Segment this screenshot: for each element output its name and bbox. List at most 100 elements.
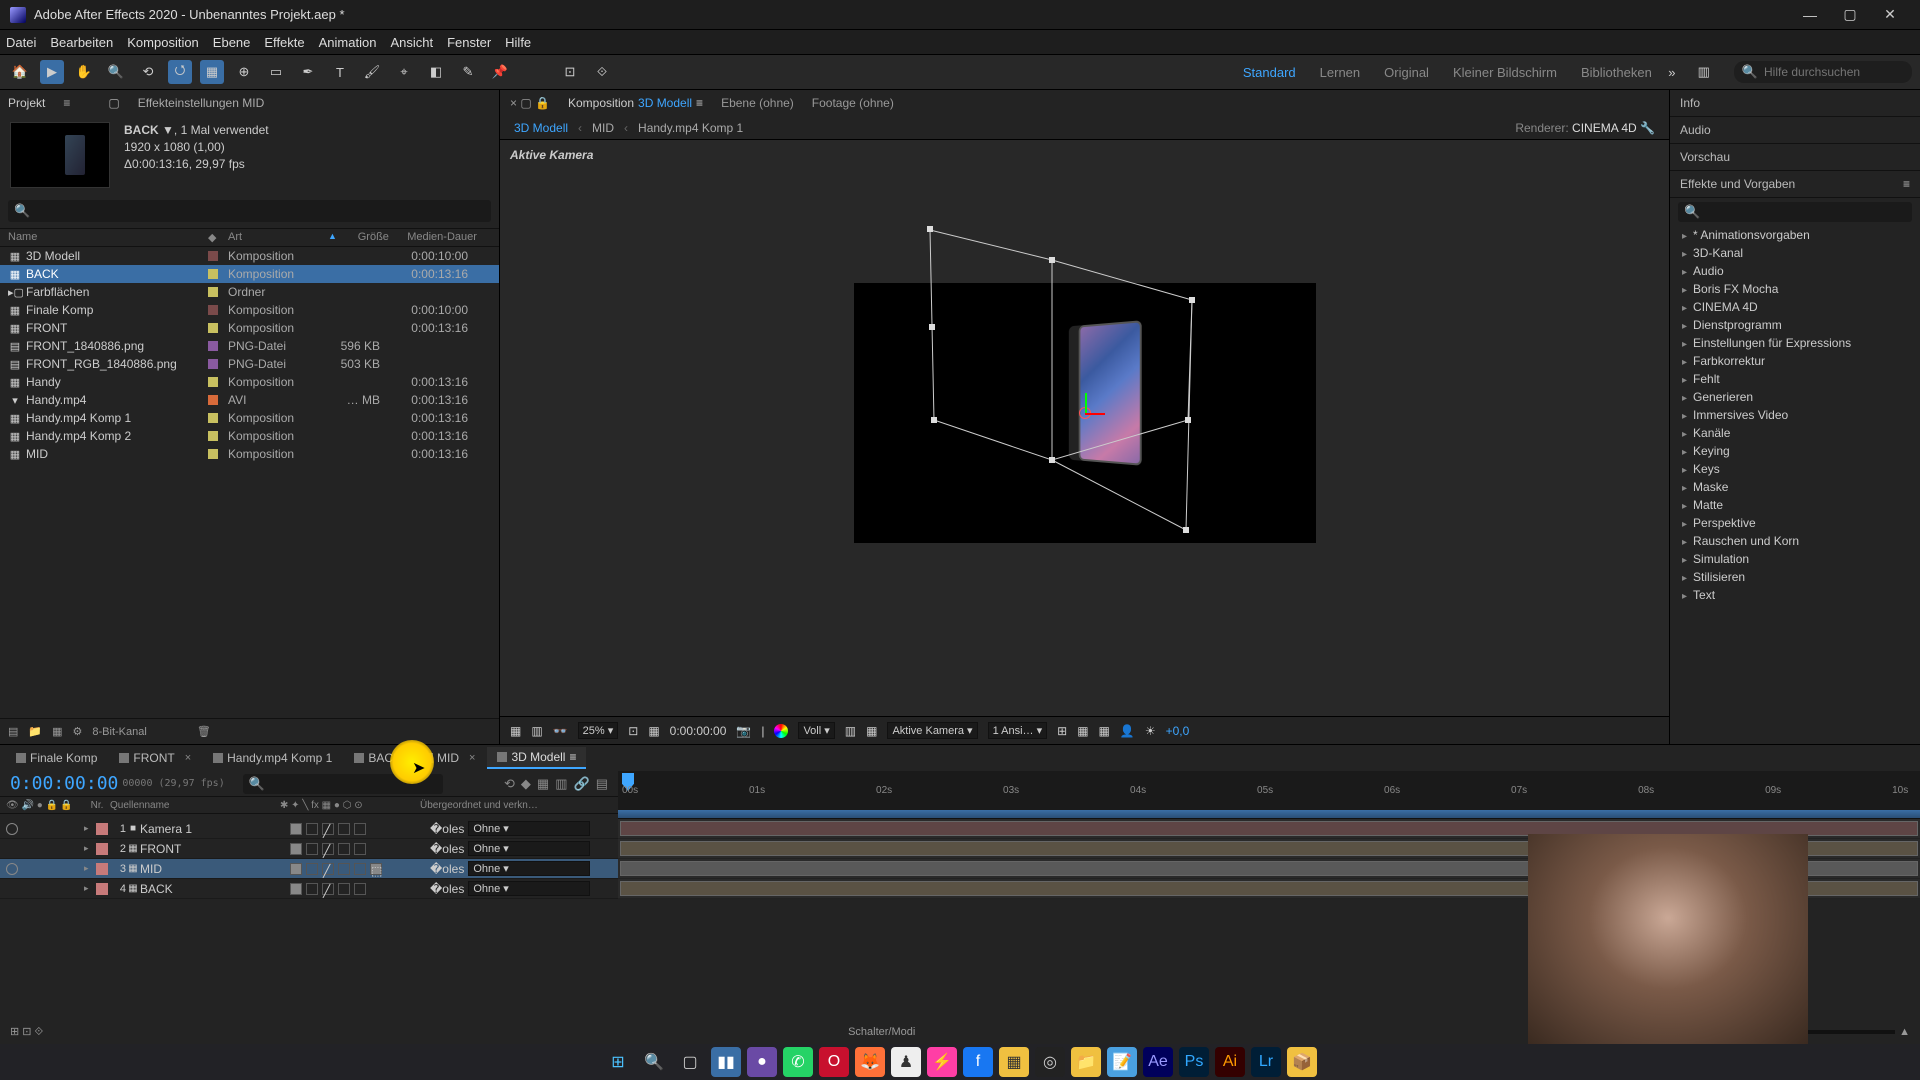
selection-handle[interactable]: [929, 324, 935, 330]
zoom-tool[interactable]: 🔍: [104, 60, 128, 84]
grid-icon[interactable]: ▦: [510, 724, 521, 738]
work-area-bar[interactable]: [618, 810, 1920, 818]
effects-search[interactable]: 🔍: [1678, 202, 1912, 222]
preview-panel-tab[interactable]: Vorschau: [1670, 144, 1920, 171]
effect-category[interactable]: CINEMA 4D: [1670, 298, 1920, 316]
taskbar-app-icon[interactable]: 📦: [1287, 1047, 1317, 1077]
taskbar-app-icon[interactable]: 📝: [1107, 1047, 1137, 1077]
taskbar-app-icon[interactable]: ⊞: [603, 1047, 633, 1077]
effect-category[interactable]: Keying: [1670, 442, 1920, 460]
zoom-dropdown[interactable]: 25% ▾: [578, 722, 619, 739]
workspace-kleiner bildschirm[interactable]: Kleiner Bildschirm: [1453, 65, 1557, 80]
workspace-standard[interactable]: Standard: [1243, 65, 1296, 80]
project-item[interactable]: ▤FRONT_RGB_1840886.pngPNG-Datei503 KB: [0, 355, 499, 373]
exposure-icon[interactable]: ☀: [1145, 724, 1156, 738]
workspace-original[interactable]: Original: [1384, 65, 1429, 80]
taskbar-app-icon[interactable]: ✆: [783, 1047, 813, 1077]
transparency-icon[interactable]: ▥: [531, 724, 542, 738]
workspace-bibliotheken[interactable]: Bibliotheken: [1581, 65, 1652, 80]
maximize-button[interactable]: ▢: [1830, 6, 1870, 23]
clone-tool[interactable]: ⌖: [392, 60, 416, 84]
layer-tab[interactable]: Ebene (ohne): [721, 96, 794, 110]
selection-handle[interactable]: [927, 226, 933, 232]
effect-category[interactable]: Keys: [1670, 460, 1920, 478]
new-comp-icon[interactable]: ▦: [52, 725, 62, 738]
fast-preview-icon[interactable]: ▥: [845, 724, 856, 738]
selection-handle[interactable]: [1049, 457, 1055, 463]
effect-category[interactable]: Text: [1670, 586, 1920, 604]
rotobrush-tool[interactable]: ✎: [456, 60, 480, 84]
project-item[interactable]: ▦Handy.mp4 Komp 1Komposition0:00:13:16: [0, 409, 499, 427]
selection-handle[interactable]: [931, 417, 937, 423]
toggle-alpha-icon[interactable]: ▦: [866, 724, 877, 738]
orbit-tool[interactable]: ⟲: [136, 60, 160, 84]
workspace-overflow-icon[interactable]: »: [1660, 60, 1684, 84]
timeline-tab[interactable]: FRONT×: [109, 748, 201, 768]
help-search[interactable]: 🔍: [1734, 61, 1912, 83]
project-search[interactable]: 🔍: [8, 200, 491, 222]
current-time[interactable]: 0:00:00:00: [10, 773, 118, 794]
effect-category[interactable]: Stilisieren: [1670, 568, 1920, 586]
view-icon[interactable]: ⊞: [1057, 724, 1067, 738]
toggle-switches-icon[interactable]: ⊞ ⊡ ⟐: [10, 1025, 43, 1039]
rect-tool[interactable]: ▭: [264, 60, 288, 84]
snap-toggle[interactable]: ⊡: [558, 60, 582, 84]
effect-category[interactable]: Rauschen und Korn: [1670, 532, 1920, 550]
project-list[interactable]: ▦3D ModellKomposition0:00:10:00▦BACKKomp…: [0, 247, 499, 718]
effect-category[interactable]: Boris FX Mocha: [1670, 280, 1920, 298]
minimize-button[interactable]: —: [1790, 7, 1830, 23]
effects-categories[interactable]: * Animationsvorgaben3D-KanalAudioBoris F…: [1670, 226, 1920, 744]
selection-tool[interactable]: ▶: [40, 60, 64, 84]
menu-effekte[interactable]: Effekte: [264, 35, 304, 50]
audio-panel-tab[interactable]: Audio: [1670, 117, 1920, 144]
rotation-tool[interactable]: ⭯: [168, 60, 192, 84]
project-item[interactable]: ▦BACKKomposition0:00:13:16: [0, 265, 499, 283]
menu-datei[interactable]: Datei: [6, 35, 36, 50]
taskbar-app-icon[interactable]: f: [963, 1047, 993, 1077]
snap-toggle-2[interactable]: ⟐: [590, 60, 614, 84]
exposure-value[interactable]: +0,0: [1166, 724, 1190, 738]
taskbar-app-icon[interactable]: Lr: [1251, 1047, 1281, 1077]
time-ruler[interactable]: 00s01s02s03s04s05s06s07s08s09s10s: [618, 771, 1920, 819]
taskbar-app-icon[interactable]: Ai: [1215, 1047, 1245, 1077]
project-item[interactable]: ▸▢FarbflächenOrdner: [0, 283, 499, 301]
info-panel-tab[interactable]: Info: [1670, 90, 1920, 117]
selection-handle[interactable]: [1049, 257, 1055, 263]
footage-tab[interactable]: Footage (ohne): [812, 96, 894, 110]
timeline-tab[interactable]: Handy.mp4 Komp 1: [203, 748, 342, 768]
menu-bearbeiten[interactable]: Bearbeiten: [50, 35, 113, 50]
guides-icon[interactable]: ▦: [648, 724, 659, 738]
pen-tool[interactable]: ✒: [296, 60, 320, 84]
effect-category[interactable]: Simulation: [1670, 550, 1920, 568]
mask-icon[interactable]: 👓: [553, 724, 568, 738]
phone-layer[interactable]: [1078, 320, 1141, 466]
workspace-panel-icon[interactable]: ▥: [1692, 60, 1716, 84]
channel-icon[interactable]: [774, 724, 788, 738]
menu-komposition[interactable]: Komposition: [127, 35, 199, 50]
taskbar-app-icon[interactable]: ♟: [891, 1047, 921, 1077]
taskbar-app-icon[interactable]: Ae: [1143, 1047, 1173, 1077]
hand-tool[interactable]: ✋: [72, 60, 96, 84]
project-item[interactable]: ▦Finale KompKomposition0:00:10:00: [0, 301, 499, 319]
effect-category[interactable]: Audio: [1670, 262, 1920, 280]
timeline-tab[interactable]: BACK: [344, 748, 411, 768]
bpc-label[interactable]: 8-Bit-Kanal: [92, 726, 146, 738]
taskbar-app-icon[interactable]: ▮▮: [711, 1047, 741, 1077]
comp-tab-active[interactable]: Komposition 3D Modell ≡: [568, 96, 703, 110]
layer-row[interactable]: ▸1■Kamera 1╱�olesOhne ▾: [0, 819, 618, 839]
selection-handle[interactable]: [1185, 417, 1191, 423]
selection-handle[interactable]: [1189, 297, 1195, 303]
taskbar-app-icon[interactable]: ◎: [1035, 1047, 1065, 1077]
project-panel-title[interactable]: Projekt: [8, 96, 45, 110]
timecode-display[interactable]: 0:00:00:00: [670, 724, 727, 738]
project-item[interactable]: ▦Handy.mp4 Komp 2Komposition0:00:13:16: [0, 427, 499, 445]
interpret-footage-icon[interactable]: ▤: [8, 725, 18, 738]
timeline-switch-buttons[interactable]: ⟲◆▦▥🔗▤: [504, 776, 608, 792]
timeline-tab[interactable]: Finale Komp: [6, 748, 107, 768]
layer-rows[interactable]: ▸1■Kamera 1╱�olesOhne ▾▸2▦FRONT╱�olesOhn…: [0, 819, 618, 899]
menu-animation[interactable]: Animation: [319, 35, 377, 50]
selection-handle[interactable]: [1183, 527, 1189, 533]
brush-tool[interactable]: 🖌: [360, 60, 384, 84]
layer-row[interactable]: ▸2▦FRONT╱�olesOhne ▾: [0, 839, 618, 859]
effect-controls-tab[interactable]: Effekteinstellungen MID: [138, 96, 265, 110]
